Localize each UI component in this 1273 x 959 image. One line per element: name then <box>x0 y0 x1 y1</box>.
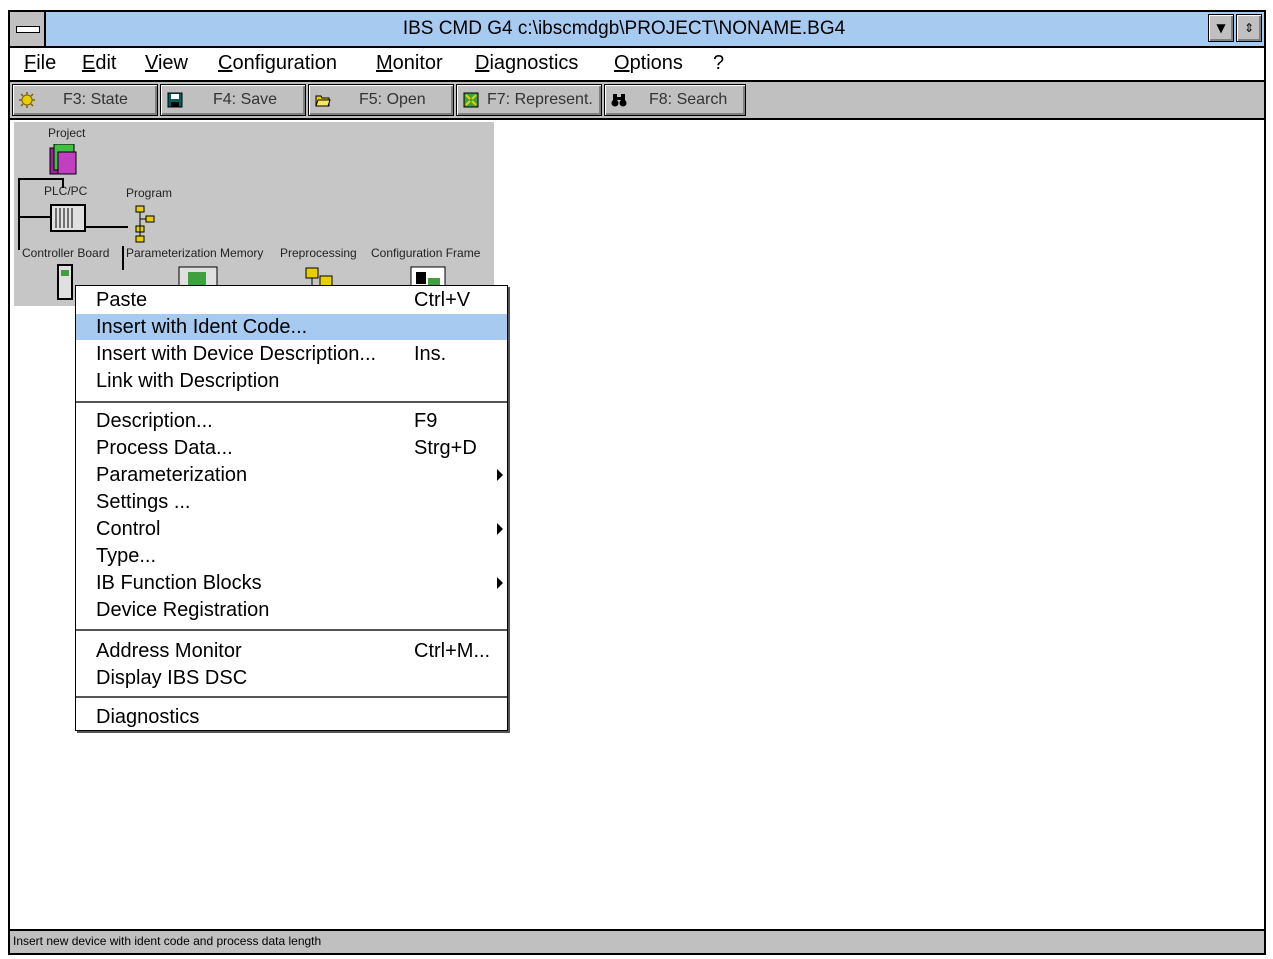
represent-button[interactable]: F7: Represent. <box>456 84 602 116</box>
tree-label-controller: Controller Board <box>22 246 110 260</box>
minimize-button[interactable]: ▼ <box>1208 14 1234 42</box>
restore-button[interactable]: ⇕ <box>1236 14 1262 42</box>
open-label: F5: Open <box>359 91 426 108</box>
submenu-arrow-icon <box>497 577 503 589</box>
tree-label-program: Program <box>126 186 173 200</box>
save-button[interactable]: F4: Save <box>160 84 306 116</box>
save-label: F4: Save <box>213 91 278 108</box>
menu-item-label: Paste <box>96 289 148 311</box>
menu-item-insert-ident-code[interactable]: Insert with Ident Code... <box>76 314 507 340</box>
menu-item-shortcut: Ins. <box>414 343 447 365</box>
menu-item-settings[interactable]: Settings ... <box>76 489 507 515</box>
menu-item-ib-function-blocks[interactable]: IB Function Blocks <box>76 570 507 596</box>
menu-item-label: Diagnostics <box>96 706 200 728</box>
plc-icon[interactable] <box>50 204 86 232</box>
system-menu-button[interactable] <box>10 12 46 46</box>
state-button[interactable]: F3: State <box>12 84 158 116</box>
menu-item-label: IB Function Blocks <box>96 572 262 594</box>
configuration-tree: Project PLC/PC Program Controller Board … <box>14 122 494 306</box>
menu-monitor[interactable]: Monitor <box>376 52 443 75</box>
tree-label-config-frame: Configuration Frame <box>371 246 481 260</box>
restore-icon: ⇕ <box>1243 21 1255 35</box>
menu-view[interactable]: View <box>145 52 188 75</box>
menu-edit[interactable]: Edit <box>82 52 116 75</box>
menu-help[interactable]: ? <box>713 52 724 75</box>
program-icon[interactable] <box>132 204 162 244</box>
menu-file[interactable]: File <box>24 52 56 75</box>
save-disk-icon <box>167 92 183 108</box>
menu-item-label: Control <box>96 518 161 540</box>
system-menu-icon <box>16 26 40 33</box>
status-text: Insert new device with ident code and pr… <box>13 934 322 948</box>
binoculars-icon <box>611 94 627 107</box>
submenu-arrow-icon <box>497 469 503 481</box>
menu-item-label: Insert with Device Description... <box>96 343 377 365</box>
menu-diagnostics[interactable]: Diagnostics <box>475 52 578 75</box>
menu-item-description[interactable]: Description... F9 <box>76 408 507 434</box>
menu-item-shortcut: Ctrl+V <box>414 289 471 311</box>
status-bar: Insert new device with ident code and pr… <box>10 929 1264 953</box>
menu-item-address-monitor[interactable]: Address Monitor Ctrl+M... <box>76 638 507 664</box>
menu-item-label: Parameterization <box>96 464 248 486</box>
menu-item-label: Type... <box>96 545 157 567</box>
window-title: IBS CMD G4 c:\ibscmdgb\PROJECT\NONAME.BG… <box>402 18 846 39</box>
state-icon <box>19 92 35 108</box>
menu-item-label: Device Registration <box>96 599 270 621</box>
search-button[interactable]: F8: Search <box>604 84 746 116</box>
submenu-arrow-icon <box>497 523 503 535</box>
menu-item-display-ibs-dsc[interactable]: Display IBS DSC <box>76 665 507 691</box>
menu-item-shortcut: F9 <box>414 410 438 432</box>
tree-label-preprocessing: Preprocessing <box>280 246 357 260</box>
title-bar[interactable]: IBS CMD G4 c:\ibscmdgb\PROJECT\NONAME.BG… <box>10 12 1264 48</box>
menu-separator <box>76 401 507 403</box>
menu-item-diagnostics[interactable]: Diagnostics <box>76 704 507 730</box>
controller-board-icon[interactable] <box>56 264 74 300</box>
menu-bar: File Edit View Configuration Monitor Dia… <box>10 48 1264 82</box>
tree-label-plc: PLC/PC <box>44 184 88 198</box>
represent-icon <box>463 92 479 108</box>
menu-item-process-data[interactable]: Process Data... Strg+D <box>76 435 507 461</box>
menu-item-label: Description... <box>96 410 213 432</box>
menu-item-label: Address Monitor <box>96 640 242 662</box>
menu-configuration[interactable]: Configuration <box>218 52 337 75</box>
represent-label: F7: Represent. <box>487 91 593 108</box>
menu-item-label: Link with Description <box>96 370 280 392</box>
search-label: F8: Search <box>649 91 728 108</box>
project-icon[interactable] <box>48 144 78 178</box>
menu-item-label: Process Data... <box>96 437 233 459</box>
open-folder-icon <box>315 95 331 107</box>
menu-item-insert-device-description[interactable]: Insert with Device Description... Ins. <box>76 341 507 367</box>
minimize-icon: ▼ <box>1216 21 1226 35</box>
menu-options[interactable]: Options <box>614 52 683 75</box>
menu-item-label: Settings ... <box>96 491 191 513</box>
menu-item-shortcut: Strg+D <box>414 437 477 459</box>
open-button[interactable]: F5: Open <box>308 84 454 116</box>
menu-item-control[interactable]: Control <box>76 516 507 542</box>
toolbar: F3: State F4: Save F5: Open F7: Represen… <box>10 82 1264 120</box>
menu-separator <box>76 629 507 631</box>
menu-separator <box>76 696 507 698</box>
tree-label-project: Project <box>48 126 86 140</box>
menu-item-link-description[interactable]: Link with Description <box>76 368 507 394</box>
context-menu: Paste Ctrl+V Insert with Ident Code... I… <box>75 285 508 731</box>
menu-item-label: Insert with Ident Code... <box>96 316 308 338</box>
menu-item-paste[interactable]: Paste Ctrl+V <box>76 287 507 313</box>
state-label: F3: State <box>63 91 128 108</box>
menu-item-type[interactable]: Type... <box>76 543 507 569</box>
menu-item-device-registration[interactable]: Device Registration <box>76 597 507 623</box>
tree-label-param-memory: Parameterization Memory <box>126 246 264 260</box>
menu-item-label: Display IBS DSC <box>96 667 248 689</box>
menu-item-shortcut: Ctrl+M... <box>414 640 491 662</box>
menu-item-parameterization[interactable]: Parameterization <box>76 462 507 488</box>
